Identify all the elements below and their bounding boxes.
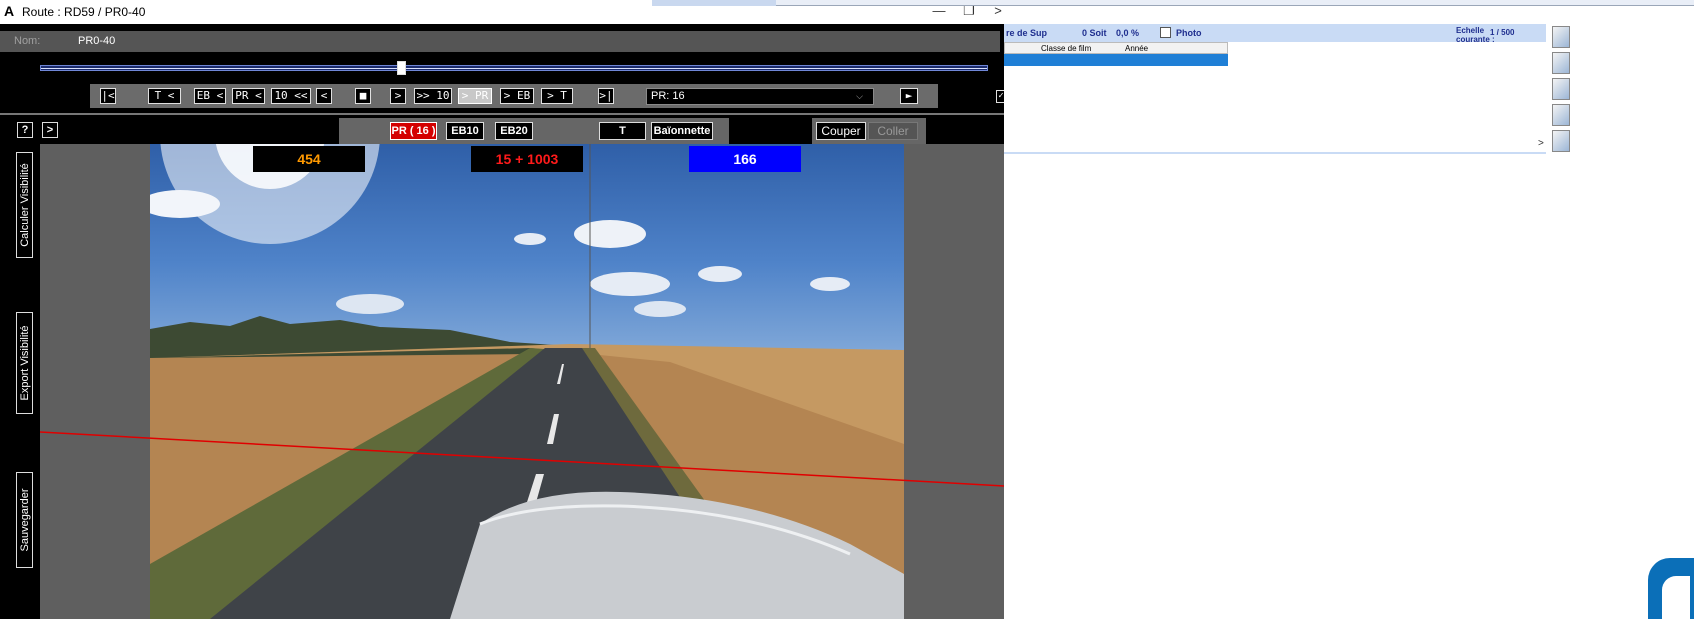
logo-icon [1648, 558, 1694, 619]
pr-next-button[interactable]: > PR [458, 88, 492, 104]
slider-track [41, 68, 987, 69]
pr-select-value: PR: 16 [651, 90, 685, 102]
baionnette-button[interactable]: Baïonnette [651, 122, 713, 140]
export-visibilite-button[interactable]: Export Visibilité [16, 312, 33, 414]
pr-prev-button[interactable]: PR < [232, 88, 265, 104]
t-next-button[interactable]: > T [541, 88, 573, 104]
pr-button[interactable]: PR ( 16 ) [390, 122, 437, 140]
stop-button[interactable]: ■ [355, 88, 371, 104]
eb10-button[interactable]: EB10 [446, 122, 484, 140]
photo-checkbox[interactable] [1160, 27, 1171, 38]
horizon-line[interactable] [40, 431, 1004, 487]
grid-bottom-border [1004, 152, 1546, 154]
horizon-line-layer [40, 431, 1004, 487]
marker-buttons: PR ( 16 ) EB10 EB20 T Baïonnette [339, 118, 729, 144]
grid-header: Classe de film Année [1004, 42, 1228, 54]
eb-next-button[interactable]: > EB [500, 88, 534, 104]
prev-button[interactable]: < [316, 88, 332, 104]
photo-viewport[interactable]: 454 15 + 1003 166 [40, 144, 1004, 619]
navigation-bar: |< T < EB < PR < 10 << < ■ > >> 10 > PR … [90, 84, 938, 108]
background-window-strip [652, 0, 1694, 6]
table-row[interactable] [1004, 54, 1228, 66]
echelle-value: 1 / 500 [1490, 28, 1515, 37]
table-icon[interactable] [1552, 52, 1570, 74]
scroll-right-icon[interactable]: > [1538, 138, 1544, 149]
route-window: A Route : RD59 / PR0-40 — ❐ > Nom: PR0-4… [0, 0, 1006, 619]
sauvegarder-label: Sauvegarder [18, 488, 31, 552]
ten-next-button[interactable]: >> 10 [414, 88, 452, 104]
right-toolbar [1552, 26, 1572, 152]
couper-button[interactable]: Couper [816, 122, 866, 140]
calculer-visibilite-label: Calculer Visibilité [18, 163, 31, 247]
name-row: Nom: PR0-40 [0, 31, 1000, 52]
export-visibilite-label: Export Visibilité [18, 325, 31, 401]
edit-buttons: Couper Coller [812, 118, 926, 144]
calculer-visibilite-button[interactable]: Calculer Visibilité [16, 152, 33, 258]
last-button[interactable]: >| [598, 88, 614, 104]
pr-select[interactable]: PR: 16 ⌵ [646, 88, 874, 105]
percent-label: 0,0 % [1116, 28, 1140, 38]
background-tab[interactable] [652, 0, 776, 6]
right-panel: re de Sup 0 Soit 0,0 % Photo Echelle cour… [1004, 24, 1694, 619]
col-classe-film[interactable]: Classe de film [1041, 44, 1091, 53]
data-grid: Classe de film Année > [1004, 42, 1546, 154]
sauvegarder-button[interactable]: Sauvegarder [16, 472, 33, 568]
photo-label: Photo [1176, 28, 1202, 38]
soit-label: 0 Soit [1082, 28, 1107, 38]
ten-prev-button[interactable]: 10 << [271, 88, 311, 104]
expand-button[interactable]: > [42, 122, 58, 138]
palette-icon[interactable] [1552, 130, 1570, 152]
position-slider[interactable] [40, 61, 988, 75]
name-field[interactable]: PR0-40 [78, 35, 115, 47]
folder-icon[interactable] [1552, 104, 1570, 126]
play-button[interactable]: ► [900, 88, 918, 104]
left-sidebar: Calculer Visibilité Export Visibilité Sa… [0, 144, 40, 619]
separator [0, 113, 1004, 115]
strip-label: re de Sup [1006, 28, 1048, 38]
chevron-down-icon: ⌵ [856, 91, 863, 101]
name-label: Nom: [14, 35, 41, 47]
eb20-button[interactable]: EB20 [495, 122, 533, 140]
t-button[interactable]: T [599, 122, 646, 140]
col-annee[interactable]: Année [1125, 44, 1148, 53]
document-icon[interactable] [1552, 78, 1570, 100]
eb-prev-button[interactable]: EB < [194, 88, 226, 104]
first-button[interactable]: |< [100, 88, 116, 104]
chart-icon[interactable] [1552, 26, 1570, 48]
t-prev-button[interactable]: T < [148, 88, 181, 104]
window-title: Route : RD59 / PR0-40 [22, 5, 146, 19]
app-icon: A [4, 3, 15, 19]
slider-thumb[interactable] [397, 61, 406, 75]
next-button[interactable]: > [390, 88, 406, 104]
coller-button[interactable]: Coller [868, 122, 918, 140]
help-button[interactable]: ? [17, 122, 33, 138]
marker-toolbar: ? > PR ( 16 ) EB10 EB20 T Baïonnette Cou… [0, 118, 1004, 144]
